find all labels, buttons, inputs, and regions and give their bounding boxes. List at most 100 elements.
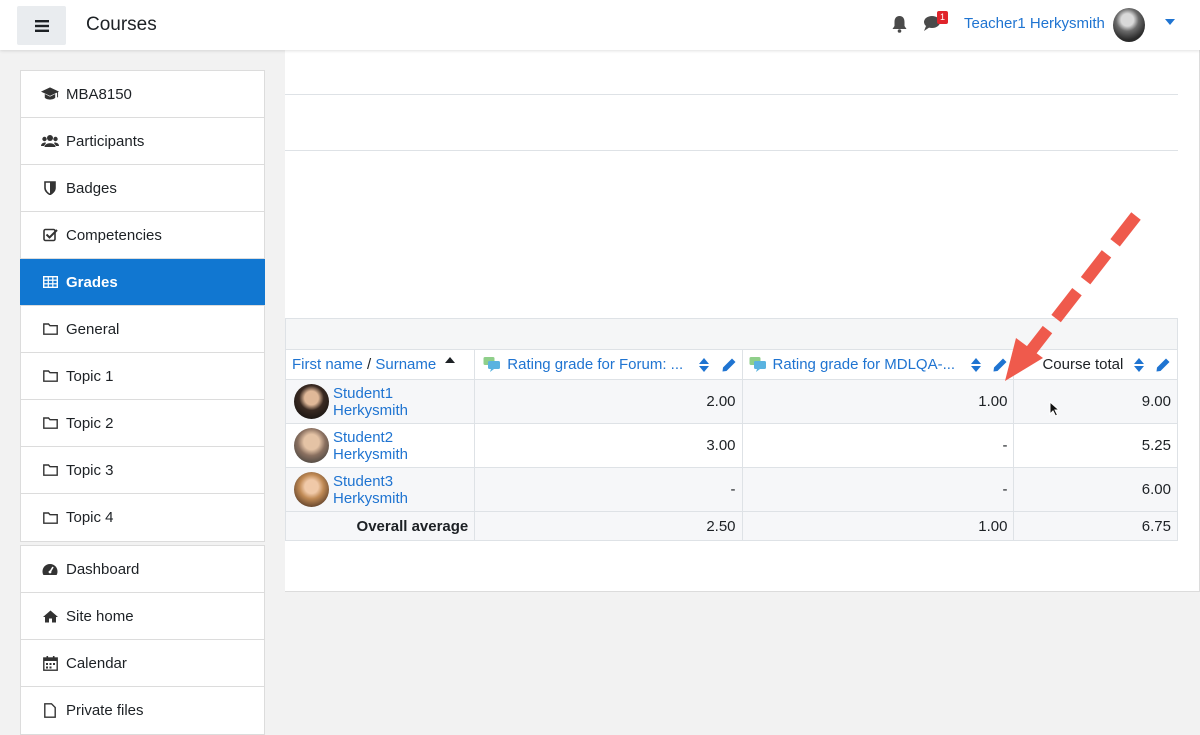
average-cell: 6.75: [1013, 511, 1178, 541]
sidebar-item-topic-4[interactable]: Topic 4: [21, 494, 264, 541]
student-name-link[interactable]: Student3 Herkysmith: [333, 473, 468, 507]
sidebar-item-course[interactable]: MBA8150: [21, 71, 264, 118]
calendar-icon: [41, 655, 59, 671]
grade-cell[interactable]: 3.00: [474, 423, 743, 468]
folder-icon: [41, 368, 59, 384]
sidebar-item-label: Grades: [66, 273, 118, 291]
folder-icon: [41, 462, 59, 478]
grade-cell[interactable]: -: [741, 467, 1015, 512]
sidebar-item-calendar[interactable]: Calendar: [21, 640, 264, 687]
grade-cell[interactable]: 6.00: [1013, 467, 1178, 512]
grade-cell[interactable]: 5.25: [1013, 423, 1178, 468]
sidebar-item-label: Private files: [66, 702, 144, 719]
sidebar-item-badges[interactable]: Badges: [21, 165, 264, 212]
divider: [285, 94, 1178, 95]
student-name-link[interactable]: Student1 Herkysmith: [333, 385, 468, 419]
sidebar-item-label: Topic 1: [66, 367, 114, 385]
sort-icon[interactable]: [699, 358, 710, 373]
overall-average-row: Overall average 2.50 1.00 6.75: [284, 511, 1178, 541]
grade-cell[interactable]: 2.00: [474, 379, 743, 424]
sidebar-item-label: Calendar: [66, 654, 127, 672]
sidebar-item-label: Badges: [66, 179, 117, 197]
graduation-cap-icon: [41, 86, 59, 102]
caret-down-icon[interactable]: [1165, 19, 1175, 25]
site-brand[interactable]: Courses: [86, 14, 157, 36]
check-square-icon: [41, 227, 59, 243]
folder-icon: [41, 510, 59, 526]
table-top-row: [285, 318, 1178, 350]
pencil-icon[interactable]: [1156, 358, 1170, 372]
student-avatar: [294, 384, 329, 419]
course-total-label: Course total: [1042, 356, 1124, 373]
grade-cell[interactable]: -: [474, 467, 743, 512]
folder-icon: [41, 415, 59, 431]
sidebar-item-topic-2[interactable]: Topic 2: [21, 400, 264, 447]
bell-icon[interactable]: [891, 15, 908, 33]
average-cell: 1.00: [741, 511, 1015, 541]
sidebar-item-label: Topic 4: [66, 509, 114, 526]
sidebar-item-label: General: [66, 320, 120, 338]
sidebar-item-grades[interactable]: Grades: [20, 259, 265, 306]
sidebar-item-general[interactable]: General: [21, 306, 264, 353]
sidebar-item-private-files[interactable]: Private files: [21, 687, 264, 734]
grade-cell[interactable]: 1.00: [741, 379, 1015, 424]
name-separator: /: [362, 356, 376, 373]
sidebar-item-label: Competencies: [66, 226, 162, 244]
student-avatar: [294, 472, 329, 507]
course-total-column-header: Course total: [1013, 349, 1178, 380]
mdlqa-grade-link[interactable]: Rating grade for MDLQA-...: [773, 356, 956, 373]
top-navbar: Courses 1 Teacher1 Herkysmith: [0, 0, 1200, 50]
overall-average-label: Overall average: [284, 511, 476, 541]
sidebar-item-label: MBA8150: [66, 85, 132, 103]
sidebar-item-label: Topic 2: [66, 414, 114, 432]
grade-cell[interactable]: -: [741, 423, 1015, 468]
file-icon: [41, 703, 59, 719]
name-column-header: First name / Surname: [284, 349, 476, 380]
table-icon: [41, 274, 59, 290]
sidebar-item-label: Site home: [66, 607, 134, 625]
table-row: Student3 Herkysmith - - 6.00: [284, 467, 1178, 512]
grader-report-table: First name / Surname Rating grade for Fo…: [284, 318, 1178, 541]
sort-icon[interactable]: [1133, 358, 1144, 373]
divider: [285, 150, 1178, 151]
hamburger-icon: [34, 19, 49, 32]
table-header-row: First name / Surname Rating grade for Fo…: [284, 349, 1178, 380]
shield-icon: [41, 180, 59, 196]
users-icon: [41, 133, 59, 149]
tachometer-icon: [41, 561, 59, 577]
sidebar-item-label: Dashboard: [66, 560, 140, 578]
nav-drawer: MBA8150 Participants Badges Competencies…: [0, 50, 285, 735]
sidebar-item-topic-1[interactable]: Topic 1: [21, 353, 264, 400]
sort-surname-link[interactable]: Surname: [375, 356, 436, 373]
user-menu-name[interactable]: Teacher1 Herkysmith: [964, 15, 1105, 32]
student-name-link[interactable]: Student2 Herkysmith: [333, 429, 468, 463]
sidebar-item-label: Topic 3: [66, 461, 114, 479]
table-row: Student2 Herkysmith 3.00 - 5.25: [284, 423, 1178, 468]
forum-icon: [749, 357, 766, 372]
folder-icon: [41, 321, 59, 337]
sidebar-item-dashboard[interactable]: Dashboard: [21, 546, 264, 593]
user-avatar[interactable]: [1113, 8, 1145, 42]
table-row: Student1 Herkysmith 2.00 1.00 9.00: [284, 379, 1178, 424]
sidebar-item-site-home[interactable]: Site home: [21, 593, 264, 640]
mdlqa-grade-column-header: Rating grade for MDLQA-...: [741, 349, 1015, 380]
student-avatar: [294, 428, 329, 463]
pencil-icon[interactable]: [993, 358, 1007, 372]
sort-first-name-link[interactable]: First name: [292, 356, 363, 373]
forum-grade-link[interactable]: Rating grade for Forum: ...: [507, 356, 683, 373]
sidebar-item-label: Participants: [66, 132, 145, 150]
average-cell: 2.50: [474, 511, 743, 541]
sort-asc-icon[interactable]: [445, 357, 456, 363]
sort-icon[interactable]: [971, 358, 982, 373]
pencil-icon[interactable]: [722, 358, 736, 372]
sidebar-item-participants[interactable]: Participants: [21, 118, 264, 165]
forum-icon: [483, 357, 501, 372]
grade-cell[interactable]: 9.00: [1013, 379, 1178, 424]
sidebar-item-topic-3[interactable]: Topic 3: [21, 447, 264, 494]
home-icon: [41, 608, 59, 624]
menu-toggle-button[interactable]: [17, 6, 66, 45]
site-nav-group: Dashboard Site home Calendar Private fil…: [20, 545, 265, 735]
forum-grade-column-header: Rating grade for Forum: ...: [474, 349, 743, 380]
sidebar-item-competencies[interactable]: Competencies: [21, 212, 264, 259]
course-nav-group: MBA8150 Participants Badges Competencies…: [20, 70, 265, 542]
